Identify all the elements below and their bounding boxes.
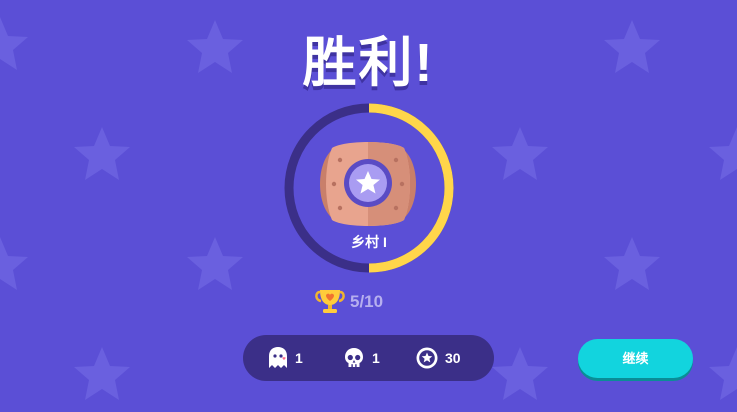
victory-title: 胜利!: [302, 33, 435, 93]
trophy-heart-icon: [315, 290, 345, 313]
rank-badge-icon: [320, 142, 416, 226]
star-count: 30: [445, 350, 461, 366]
trophy-count: 5/10: [350, 292, 384, 311]
stat-stars: 30: [415, 335, 461, 381]
stat-ghosts: 1: [267, 335, 303, 381]
trophy-progress: 5/10: [314, 288, 383, 316]
match-stats-bar: 1 1 30: [243, 335, 494, 381]
continue-button[interactable]: 继续: [578, 339, 693, 378]
rank-name: 乡村 I: [351, 234, 387, 250]
ghost-count: 1: [295, 350, 303, 366]
stat-kills: 1: [342, 335, 380, 381]
kill-count: 1: [372, 350, 380, 366]
skull-icon: [345, 348, 363, 367]
ghost-icon: [269, 347, 287, 368]
star-coin-icon: [416, 347, 438, 369]
